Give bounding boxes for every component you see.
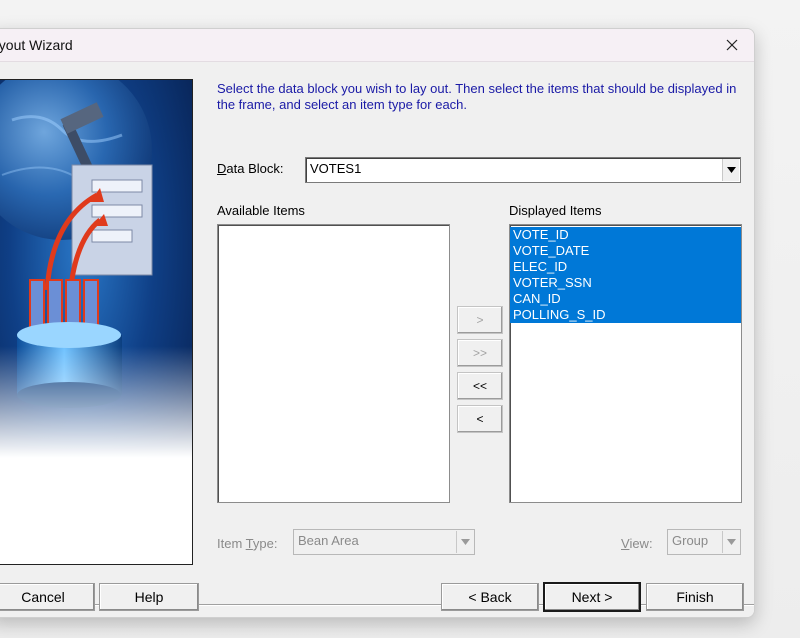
cancel-button[interactable]: Cancel [0,583,95,611]
view-value: Group [672,533,709,548]
view-select[interactable]: Group [667,529,741,555]
item-type-select[interactable]: Bean Area [293,529,475,555]
list-item[interactable]: ELEC_ID [510,259,741,275]
remove-all-items-button[interactable]: << [457,372,503,400]
chevron-down-icon[interactable] [722,159,739,181]
chevron-down-icon[interactable] [722,531,739,553]
add-all-items-button[interactable]: >> [457,339,503,367]
wizard-illustration [0,79,193,565]
displayed-items-list[interactable]: VOTE_ID VOTE_DATE ELEC_ID VOTER_SSN CAN_… [509,224,742,503]
help-button[interactable]: Help [99,583,199,611]
close-icon [726,39,738,51]
close-button[interactable] [710,29,754,61]
available-items-list[interactable] [217,224,450,503]
list-item[interactable]: CAN_ID [510,291,741,307]
title-bar: ayout Wizard [0,29,754,62]
data-block-select[interactable]: VOTES1 [305,157,741,183]
view-label: View: [621,536,653,551]
data-block-value: VOTES1 [310,161,362,176]
available-items-label: Available Items [217,203,305,218]
window-title: ayout Wizard [0,37,73,53]
back-button[interactable]: < Back [441,583,539,611]
instruction-text: Select the data block you wish to lay ou… [217,81,737,112]
item-type-label: Item Type: [217,536,278,551]
layout-wizard-window: ayout Wizard [0,28,755,618]
remove-item-button[interactable]: < [457,405,503,433]
list-item[interactable]: VOTER_SSN [510,275,741,291]
list-item[interactable]: VOTE_DATE [510,243,741,259]
wizard-body: Select the data block you wish to lay ou… [0,62,754,617]
add-item-button[interactable]: > [457,306,503,334]
item-type-value: Bean Area [298,533,359,548]
displayed-items-label: Displayed Items [509,203,602,218]
chevron-down-icon[interactable] [456,531,473,553]
wizard-illustration-graphic [0,80,192,564]
next-button[interactable]: Next > [543,582,641,612]
list-item[interactable]: VOTE_ID [510,227,741,243]
list-item[interactable]: POLLING_S_ID [510,307,741,323]
finish-button[interactable]: Finish [646,583,744,611]
data-block-label: Data Block: [217,161,284,176]
